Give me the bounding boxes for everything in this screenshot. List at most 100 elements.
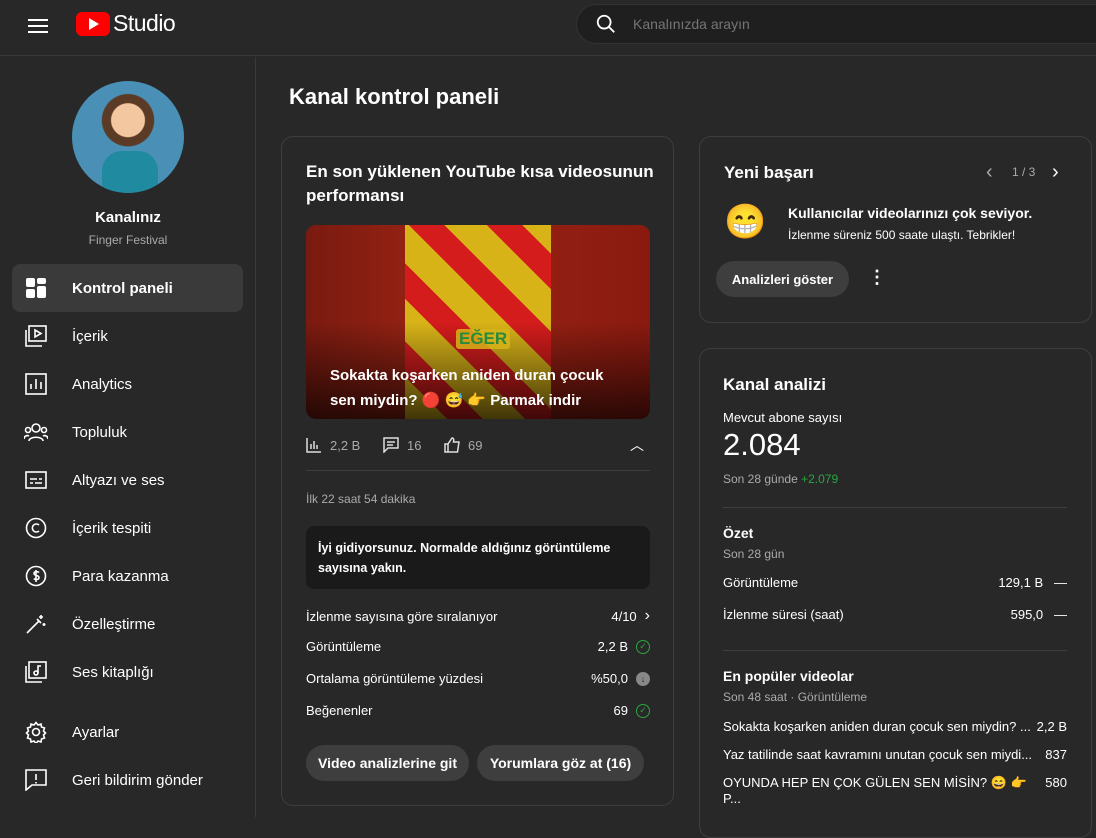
stat-label: Görüntüleme [306,639,382,654]
channel-analytics-card: Kanal analizi Mevcut abone sayısı 2.084 … [699,348,1092,838]
summary-row-views: Görüntüleme 129,1 B — [723,575,1067,590]
video-metrics: 2,2 B 16 69 ︿ [306,435,650,455]
sidebar-item-label: Kontrol paneli [72,279,173,297]
summary-value: 129,1 B [998,575,1044,590]
stat-value: 2,2 B [597,639,628,654]
show-analytics-button[interactable]: Analizleri göster [716,261,849,297]
sidebar-item-label: Altyazı ve ses [72,471,165,489]
card-title: Yeni başarı [724,163,814,182]
stat-row-avg-view: Ortalama görüntüleme yüzdesi %50,0 ↓ [306,671,650,686]
stat-label: Beğenenler [306,703,373,718]
top-videos-period: Son 48 saat · Görüntüleme [723,690,868,704]
likes-count: 69 [468,437,483,453]
channel-name: Finger Festival [88,233,168,247]
grin-emoji-icon: 😁 [724,203,767,241]
sidebar-item-customization[interactable]: Özelleştirme [12,600,243,648]
sidebar-item-copyright[interactable]: İçerik tespiti [12,504,243,552]
sidebar: Kanalınız Finger Festival Kontrol paneli… [0,57,256,817]
channel-title: Kanalınız [95,209,161,226]
menu-icon[interactable] [28,16,48,36]
comments-count: 16 [407,437,422,453]
chevron-right-icon: › [644,607,650,624]
subscribers-count: 2.084 [723,427,801,462]
sidebar-item-label: İçerik tespiti [72,519,152,537]
community-icon [24,420,48,444]
sidebar-item-label: İçerik [72,327,108,345]
search-input[interactable] [633,16,1033,32]
sidebar-item-monetization[interactable]: Para kazanma [12,552,243,600]
feedback-icon [24,768,48,792]
period-label: İlk 22 saat 54 dakika [306,492,416,506]
sidebar-item-settings[interactable]: Ayarlar [12,708,243,756]
sidebar-item-audio-library[interactable]: Ses kitaplığı [12,648,243,696]
video-views: 580 [1045,775,1067,790]
stat-value: %50,0 [591,671,628,686]
stat-value: 69 [613,703,628,718]
sidebar-item-community[interactable]: Topluluk [12,408,243,456]
magic-wand-icon [24,612,48,636]
video-views: 837 [1045,747,1067,762]
video-title: Yaz tatilinde saat kavramını unutan çocu… [723,747,1033,762]
page-title: Kanal kontrol paneli [289,84,500,109]
sidebar-item-dashboard[interactable]: Kontrol paneli [12,264,243,312]
video-analytics-button[interactable]: Video analizlerine git [306,745,469,781]
sidebar-item-label: Topluluk [72,423,128,441]
summary-value: 595,0 [1010,607,1044,622]
gear-icon [24,720,48,744]
top-video-row[interactable]: Sokakta koşarken aniden duran çocuk sen … [723,719,1067,734]
arrow-down-icon: ↓ [636,671,650,686]
summary-label: Görüntüleme [723,575,799,590]
achievement-card: Yeni başarı ‹ 1 / 3 › 😁 Kullanıcılar vid… [699,136,1092,323]
likes-metric: 69 [444,437,482,453]
channel-avatar[interactable] [72,81,184,193]
sidebar-item-label: Analytics [72,375,133,393]
latest-short-card: En son yüklenen YouTube kısa videosunun … [281,136,674,806]
sidebar-item-subtitles[interactable]: Altyazı ve ses [12,456,243,504]
achievement-detail: İzlenme süreniz 500 saate ulaştı. Tebrik… [788,228,1016,242]
trend-dash: — [1054,607,1067,622]
summary-row-watch-time: İzlenme süresi (saat) 595,0 — [723,607,1067,622]
views-metric: 2,2 B [306,437,383,453]
next-icon[interactable]: › [1052,161,1059,184]
subtitles-icon [24,468,48,492]
sidebar-item-content[interactable]: İçerik [12,312,243,360]
trend-dash: — [1054,575,1067,590]
stat-row-rank[interactable]: İzlenme sayısına göre sıralanıyor 4/10 › [306,607,650,625]
analytics-icon [24,372,48,396]
subs-period: Son 28 günde [723,472,798,486]
dashboard-icon [24,276,48,300]
sidebar-item-label: Ses kitaplığı [72,663,154,681]
top-video-row[interactable]: Yaz tatilinde saat kavramını unutan çocu… [723,747,1067,762]
youtube-studio-logo[interactable]: Studio [76,10,176,37]
audio-library-icon [24,660,48,684]
youtube-logo-icon [76,11,110,36]
performance-message: İyi gidiyorsunuz. Normalde aldığınız gör… [306,526,650,589]
check-icon: ✓ [636,639,650,654]
collapse-chevron-icon[interactable]: ︿ [630,435,644,455]
sidebar-item-label: Ayarlar [72,723,120,741]
view-comments-button[interactable]: Yorumlara göz at (16) [477,745,644,781]
check-icon: ✓ [636,703,650,718]
summary-period: Son 28 gün [723,547,785,561]
top-video-row[interactable]: OYUNDA HEP EN ÇOK GÜLEN SEN MİSİN? 😄 👉 P… [723,775,1067,806]
content-icon [24,324,48,348]
stat-label: Ortalama görüntüleme yüzdesi [306,671,484,686]
top-bar: Studio [0,0,1096,56]
thumbs-up-icon [444,437,460,453]
sidebar-item-label: Özelleştirme [72,615,156,633]
video-thumbnail[interactable]: EĞER Sokakta koşarken aniden duran çocuk… [306,225,650,419]
sidebar-item-label: Geri bildirim gönder [72,771,203,789]
sidebar-item-analytics[interactable]: Analytics [12,360,243,408]
previous-icon[interactable]: ‹ [986,161,993,184]
video-title: Sokakta koşarken aniden duran çocuk sen … [723,719,1031,734]
search-icon [596,14,615,33]
sidebar-item-feedback[interactable]: Geri bildirim gönder [12,756,243,804]
video-title: OYUNDA HEP EN ÇOK GÜLEN SEN MİSİN? 😄 👉 P… [723,775,1027,806]
logo-text: Studio [113,10,176,36]
search-bar[interactable] [576,4,1096,44]
more-options-icon[interactable]: ⋮ [868,267,886,288]
video-title[interactable]: Sokakta koşarken aniden duran çocuk sen … [330,363,630,413]
subscribers-label: Mevcut abone sayısı [723,410,843,425]
views-count: 2,2 B [330,437,361,453]
stat-value: 4/10 [611,608,637,624]
